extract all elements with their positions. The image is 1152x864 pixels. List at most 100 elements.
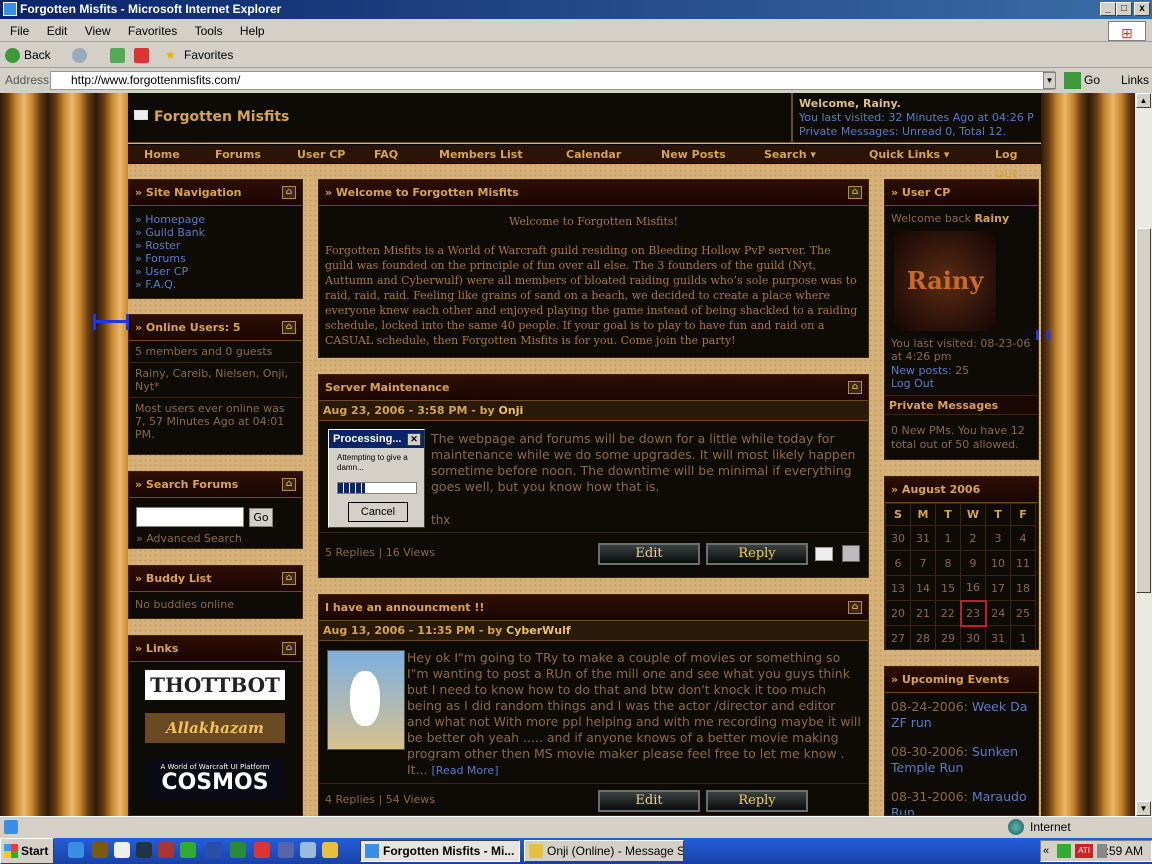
app-quicklaunch-icon[interactable] (180, 842, 196, 858)
calendar-day[interactable]: 1 (1010, 625, 1036, 649)
calendar-day[interactable]: 29 (935, 625, 961, 649)
folder-quicklaunch-icon[interactable] (322, 842, 338, 858)
collapse-icon[interactable]: ⌂ (848, 381, 862, 394)
calendar-title[interactable]: » August 2006 (891, 483, 980, 496)
allakhazam-link[interactable]: Allakhazam (145, 713, 285, 743)
calendar-day[interactable]: 21 (910, 600, 936, 626)
reply-button[interactable]: Reply (706, 543, 808, 565)
calendar-day[interactable]: 24 (985, 600, 1011, 626)
calendar-day[interactable]: 15 (935, 575, 961, 601)
private-messages-text[interactable]: Private Messages: Unread 0, Total 12. (799, 125, 1006, 138)
advanced-search-link[interactable]: » Advanced Search (136, 532, 242, 545)
back-button[interactable]: Back (24, 43, 51, 68)
go-button[interactable]: Go (1062, 71, 1100, 90)
forward-arrow-icon[interactable] (72, 48, 87, 63)
address-dropdown-icon[interactable]: ▼ (1043, 72, 1056, 89)
menu-favorites[interactable]: Favorites (128, 24, 177, 38)
scroll-up-icon[interactable]: ▲ (1136, 93, 1151, 108)
nav-link-homepage[interactable]: » Homepage (135, 213, 296, 226)
calendar-day[interactable]: 4 (1010, 525, 1036, 551)
reply-button[interactable]: Reply (706, 790, 808, 812)
collapse-icon[interactable]: ⌂ (848, 601, 862, 614)
nav-home[interactable]: Home (144, 145, 180, 165)
search-input[interactable] (136, 507, 244, 527)
online-names[interactable]: Rainy, Careib, Nielsen, Onji, Nyt* (129, 363, 302, 398)
calendar-day[interactable]: 14 (910, 575, 936, 601)
ati-tray-icon[interactable]: ATI (1075, 844, 1093, 858)
tray-expand-icon[interactable]: « (1043, 841, 1049, 861)
app-quicklaunch-icon[interactable] (254, 842, 270, 858)
collapse-icon[interactable]: ⌂ (282, 478, 296, 491)
calendar-day[interactable]: 30 (885, 525, 911, 551)
tray-app-icon[interactable] (1057, 844, 1071, 858)
calendar-day[interactable]: 27 (885, 625, 911, 649)
calendar-day[interactable]: 30 (960, 625, 986, 649)
scroll-thumb[interactable] (1136, 228, 1151, 593)
steam-quicklaunch-icon[interactable] (136, 842, 152, 858)
calendar-day[interactable]: 20 (885, 600, 911, 626)
nav-link-faq[interactable]: » F.A.Q. (135, 278, 296, 291)
new-posts-label[interactable]: New posts: (891, 364, 955, 377)
menu-tools[interactable]: Tools (195, 24, 223, 38)
nav-link-user-cp[interactable]: » User CP (135, 265, 296, 278)
post-author[interactable]: CyberWulf (506, 624, 571, 637)
post-title[interactable]: Server Maintenance (325, 381, 449, 394)
collapse-icon[interactable]: ⌂ (282, 642, 296, 655)
calendar-day[interactable]: 8 (935, 550, 961, 576)
nav-faq[interactable]: FAQ (374, 145, 398, 165)
calendar-day[interactable]: 11 (1010, 550, 1036, 576)
dialog-close-button[interactable]: ✕ (407, 433, 421, 446)
minimize-button[interactable]: _ (1100, 2, 1116, 16)
calendar-day[interactable]: 31 (910, 525, 936, 551)
calendar-day[interactable]: 9 (960, 550, 986, 576)
collapse-icon[interactable]: ⌂ (282, 321, 296, 334)
calendar-day[interactable]: 3 (985, 525, 1011, 551)
app-quicklaunch-icon[interactable] (158, 842, 174, 858)
calendar-day[interactable]: 25 (1010, 600, 1036, 626)
site-name[interactable]: Forgotten Misfits (154, 109, 289, 125)
stop-icon[interactable] (134, 48, 149, 63)
nav-new-posts[interactable]: New Posts (661, 145, 726, 165)
calendar-day[interactable]: 22 (935, 600, 961, 626)
back-arrow-icon[interactable] (5, 48, 20, 63)
dialog-cancel-button[interactable]: Cancel (348, 502, 408, 522)
start-button[interactable]: Start (0, 838, 54, 864)
calendar-day[interactable]: 18 (1010, 575, 1036, 601)
calendar-day[interactable]: 1 (935, 525, 961, 551)
private-messages-header[interactable]: Private Messages (885, 395, 1038, 415)
nav-search[interactable]: Search ▾ (764, 145, 816, 165)
print-icon[interactable] (842, 545, 860, 562)
edit-button[interactable]: Edit (598, 543, 700, 565)
post-title[interactable]: I have an announcment !! (325, 601, 484, 614)
app-quicklaunch-icon[interactable] (278, 842, 294, 858)
calendar-day[interactable]: 6 (885, 550, 911, 576)
links-button[interactable]: Links (1121, 69, 1149, 91)
cosmos-link[interactable]: A World of Warcraft UI Platform COSMOS (145, 758, 285, 800)
excel-quicklaunch-icon[interactable] (230, 842, 246, 858)
collapse-icon[interactable]: ⌂ (848, 186, 862, 199)
vertical-scrollbar[interactable]: ▲ ▼ (1135, 93, 1152, 816)
read-more-link[interactable]: [Read More] (432, 764, 499, 777)
search-go-button[interactable]: Go (249, 508, 273, 527)
taskbar-task-forgotten-misfits[interactable]: Forgotten Misfits - Mi... (360, 840, 520, 862)
online-users-title[interactable]: » Online Users: 5 (135, 321, 241, 334)
nav-link-guild-bank[interactable]: » Guild Bank (135, 226, 296, 239)
menu-help[interactable]: Help (240, 24, 265, 38)
menu-file[interactable]: File (10, 24, 29, 38)
menu-edit[interactable]: Edit (47, 24, 68, 38)
calendar-day[interactable]: 28 (910, 625, 936, 649)
calendar-day[interactable]: 7 (910, 550, 936, 576)
calendar-day[interactable]: 13 (885, 575, 911, 601)
word-quicklaunch-icon[interactable] (206, 842, 222, 858)
user-logout-link[interactable]: Log Out (891, 377, 934, 390)
favorites-button[interactable]: Favorites (184, 43, 233, 68)
calendar-day[interactable]: 2 (960, 525, 986, 551)
close-button[interactable]: x (1134, 2, 1150, 16)
calendar-day[interactable]: 17 (985, 575, 1011, 601)
calendar-day[interactable]: 31 (985, 625, 1011, 649)
nav-user-cp[interactable]: User CP (297, 145, 345, 165)
nav-link-roster[interactable]: » Roster (135, 239, 296, 252)
taskbar-task-message[interactable]: Onji (Online) - Message S... (524, 840, 684, 862)
nav-link-forums[interactable]: » Forums (135, 252, 296, 265)
maximize-button[interactable]: □ (1116, 2, 1132, 16)
